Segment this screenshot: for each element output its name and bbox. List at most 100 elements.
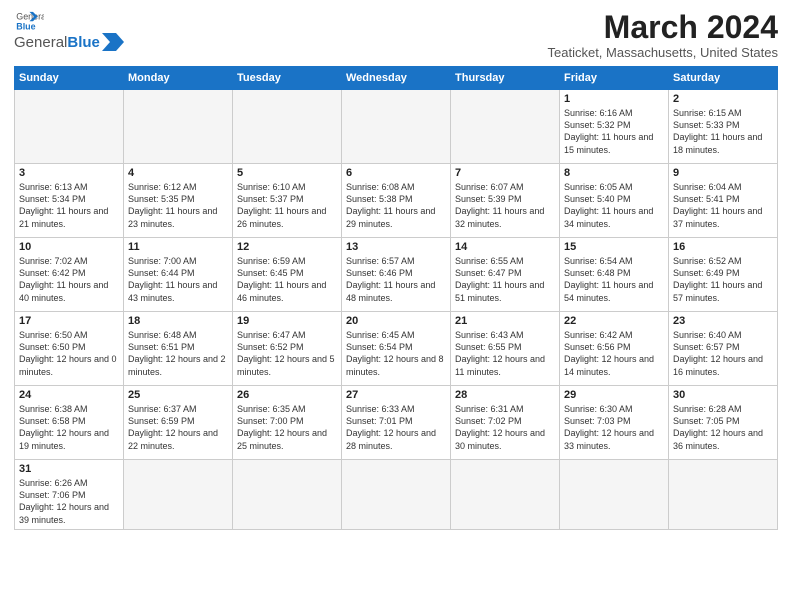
calendar-week-row: 3Sunrise: 6:13 AM Sunset: 5:34 PM Daylig…	[15, 164, 778, 238]
calendar-cell: 10 Sunrise: 7:02 AM Sunset: 6:42 PM Dayli…	[15, 238, 124, 312]
logo-icon: General Blue	[16, 10, 44, 32]
calendar-cell: 9 Sunrise: 6:04 AM Sunset: 5:41 PM Daylig…	[669, 164, 778, 238]
calendar-cell	[669, 460, 778, 530]
day-number: 5	[237, 167, 337, 179]
cell-info: Sunrise: 6:12 AM Sunset: 5:35 PM Dayligh…	[128, 181, 228, 230]
calendar-cell: 30 Sunrise: 6:28 AM Sunset: 7:05 PM Dayli…	[669, 386, 778, 460]
logo-blue: Blue	[67, 34, 100, 51]
calendar-cell: 2 Sunrise: 6:15 AM Sunset: 5:33 PM Daylig…	[669, 90, 778, 164]
day-number: 8	[564, 167, 664, 179]
day-number: 6	[346, 167, 446, 179]
calendar-cell: 19 Sunrise: 6:47 AM Sunset: 6:52 PM Dayli…	[233, 312, 342, 386]
calendar-cell: 17 Sunrise: 6:50 AM Sunset: 6:50 PM Dayli…	[15, 312, 124, 386]
cell-info: Sunrise: 6:45 AM Sunset: 6:54 PM Dayligh…	[346, 329, 446, 378]
day-number: 31	[19, 463, 119, 475]
calendar-cell: 31 Sunrise: 6:26 AM Sunset: 7:06 PM Dayli…	[15, 460, 124, 530]
calendar-cell: 20 Sunrise: 6:45 AM Sunset: 6:54 PM Dayli…	[342, 312, 451, 386]
calendar-week-row: 31 Sunrise: 6:26 AM Sunset: 7:06 PM Dayli…	[15, 460, 778, 530]
calendar-week-row: 1 Sunrise: 6:16 AM Sunset: 5:32 PM Daylig…	[15, 90, 778, 164]
calendar-cell	[451, 460, 560, 530]
calendar-cell: 7 Sunrise: 6:07 AM Sunset: 5:39 PM Daylig…	[451, 164, 560, 238]
calendar-cell: 1 Sunrise: 6:16 AM Sunset: 5:32 PM Daylig…	[560, 90, 669, 164]
svg-text:Blue: Blue	[16, 21, 35, 31]
day-number: 11	[128, 241, 228, 253]
cell-info: Sunrise: 6:47 AM Sunset: 6:52 PM Dayligh…	[237, 329, 337, 378]
calendar-cell: 28 Sunrise: 6:31 AM Sunset: 7:02 PM Dayli…	[451, 386, 560, 460]
cell-info: Sunrise: 6:30 AM Sunset: 7:03 PM Dayligh…	[564, 403, 664, 452]
cell-info: Sunrise: 6:42 AM Sunset: 6:56 PM Dayligh…	[564, 329, 664, 378]
cell-info: Sunrise: 6:15 AM Sunset: 5:33 PM Dayligh…	[673, 107, 773, 156]
logo-general: General	[14, 34, 67, 51]
cell-info: Sunrise: 6:16 AM Sunset: 5:32 PM Dayligh…	[564, 107, 664, 156]
cell-info: Sunrise: 6:55 AM Sunset: 6:47 PM Dayligh…	[455, 255, 555, 304]
title-block: March 2024 Teaticket, Massachusetts, Uni…	[548, 10, 779, 60]
logo: General Blue General Blue	[14, 10, 124, 51]
cell-info: Sunrise: 6:28 AM Sunset: 7:05 PM Dayligh…	[673, 403, 773, 452]
cell-info: Sunrise: 6:10 AM Sunset: 5:37 PM Dayligh…	[237, 181, 337, 230]
day-number: 19	[237, 315, 337, 327]
cell-info: Sunrise: 7:00 AM Sunset: 6:44 PM Dayligh…	[128, 255, 228, 304]
day-number: 21	[455, 315, 555, 327]
day-header-friday: Friday	[560, 67, 669, 90]
cell-info: Sunrise: 6:40 AM Sunset: 6:57 PM Dayligh…	[673, 329, 773, 378]
calendar-cell: 15Sunrise: 6:54 AM Sunset: 6:48 PM Dayli…	[560, 238, 669, 312]
day-number: 26	[237, 389, 337, 401]
day-number: 29	[564, 389, 664, 401]
calendar-cell: 26 Sunrise: 6:35 AM Sunset: 7:00 PM Dayli…	[233, 386, 342, 460]
calendar-cell: 16Sunrise: 6:52 AM Sunset: 6:49 PM Dayli…	[669, 238, 778, 312]
cell-info: Sunrise: 6:31 AM Sunset: 7:02 PM Dayligh…	[455, 403, 555, 452]
calendar-cell: 29 Sunrise: 6:30 AM Sunset: 7:03 PM Dayli…	[560, 386, 669, 460]
day-number: 23	[673, 315, 773, 327]
day-header-monday: Monday	[124, 67, 233, 90]
svg-text:General: General	[16, 12, 44, 22]
calendar-cell: 14Sunrise: 6:55 AM Sunset: 6:47 PM Dayli…	[451, 238, 560, 312]
calendar-cell: 22 Sunrise: 6:42 AM Sunset: 6:56 PM Dayli…	[560, 312, 669, 386]
cell-info: Sunrise: 6:35 AM Sunset: 7:00 PM Dayligh…	[237, 403, 337, 452]
day-number: 17	[19, 315, 119, 327]
calendar-cell: 23 Sunrise: 6:40 AM Sunset: 6:57 PM Dayli…	[669, 312, 778, 386]
cell-info: Sunrise: 6:33 AM Sunset: 7:01 PM Dayligh…	[346, 403, 446, 452]
day-header-tuesday: Tuesday	[233, 67, 342, 90]
calendar-cell: 6 Sunrise: 6:08 AM Sunset: 5:38 PM Daylig…	[342, 164, 451, 238]
calendar-cell: 12Sunrise: 6:59 AM Sunset: 6:45 PM Dayli…	[233, 238, 342, 312]
cell-info: Sunrise: 7:02 AM Sunset: 6:42 PM Dayligh…	[19, 255, 119, 304]
day-number: 10	[19, 241, 119, 253]
month-title: March 2024	[548, 10, 779, 45]
cell-info: Sunrise: 6:04 AM Sunset: 5:41 PM Dayligh…	[673, 181, 773, 230]
calendar-cell	[560, 460, 669, 530]
day-number: 30	[673, 389, 773, 401]
header: General Blue General Blue March 2024 Tea…	[14, 10, 778, 60]
cell-info: Sunrise: 6:08 AM Sunset: 5:38 PM Dayligh…	[346, 181, 446, 230]
day-number: 1	[564, 93, 664, 105]
calendar-cell: 5 Sunrise: 6:10 AM Sunset: 5:37 PM Daylig…	[233, 164, 342, 238]
day-number: 18	[128, 315, 228, 327]
day-header-thursday: Thursday	[451, 67, 560, 90]
cell-info: Sunrise: 6:50 AM Sunset: 6:50 PM Dayligh…	[19, 329, 119, 378]
day-number: 20	[346, 315, 446, 327]
day-number: 7	[455, 167, 555, 179]
calendar-cell: 3Sunrise: 6:13 AM Sunset: 5:34 PM Daylig…	[15, 164, 124, 238]
day-number: 2	[673, 93, 773, 105]
calendar-table: SundayMondayTuesdayWednesdayThursdayFrid…	[14, 66, 778, 530]
calendar-cell: 11 Sunrise: 7:00 AM Sunset: 6:44 PM Dayli…	[124, 238, 233, 312]
calendar-cell: 24Sunrise: 6:38 AM Sunset: 6:58 PM Dayli…	[15, 386, 124, 460]
calendar-cell	[15, 90, 124, 164]
day-number: 28	[455, 389, 555, 401]
calendar-week-row: 10 Sunrise: 7:02 AM Sunset: 6:42 PM Dayli…	[15, 238, 778, 312]
cell-info: Sunrise: 6:59 AM Sunset: 6:45 PM Dayligh…	[237, 255, 337, 304]
day-number: 3	[19, 167, 119, 179]
day-number: 27	[346, 389, 446, 401]
day-header-sunday: Sunday	[15, 67, 124, 90]
day-number: 9	[673, 167, 773, 179]
cell-info: Sunrise: 6:26 AM Sunset: 7:06 PM Dayligh…	[19, 477, 119, 526]
day-number: 25	[128, 389, 228, 401]
calendar-cell	[342, 90, 451, 164]
page: General Blue General Blue March 2024 Tea…	[0, 0, 792, 612]
calendar-week-row: 24Sunrise: 6:38 AM Sunset: 6:58 PM Dayli…	[15, 386, 778, 460]
cell-info: Sunrise: 6:07 AM Sunset: 5:39 PM Dayligh…	[455, 181, 555, 230]
calendar-header-row: SundayMondayTuesdayWednesdayThursdayFrid…	[15, 67, 778, 90]
calendar-cell: 21Sunrise: 6:43 AM Sunset: 6:55 PM Dayli…	[451, 312, 560, 386]
calendar-cell	[124, 460, 233, 530]
day-number: 22	[564, 315, 664, 327]
calendar-cell	[451, 90, 560, 164]
